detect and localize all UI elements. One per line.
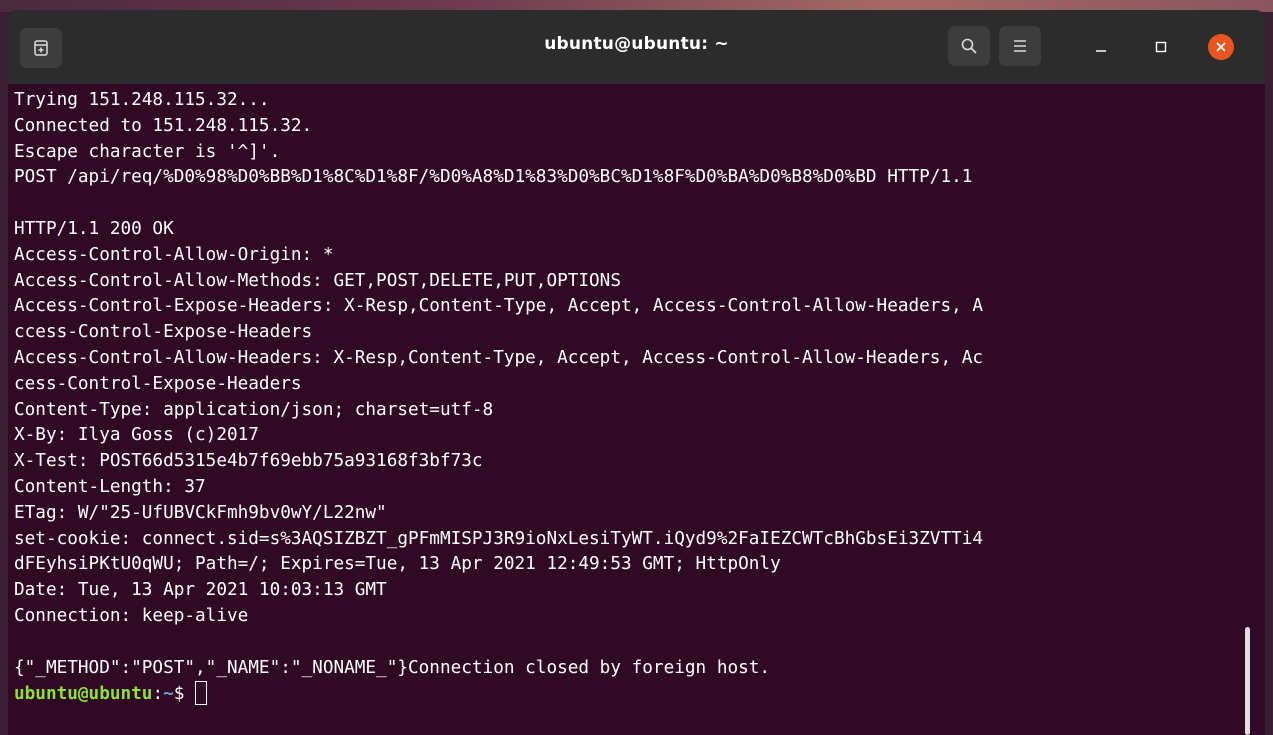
text-cursor	[195, 681, 208, 706]
maximize-icon	[1155, 41, 1167, 53]
terminal-line: ccess-Control-Expose-Headers	[14, 322, 313, 343]
new-tab-icon	[34, 40, 48, 56]
minimize-icon	[1096, 50, 1106, 52]
close-button[interactable]	[1208, 34, 1234, 60]
search-button[interactable]	[948, 26, 990, 66]
terminal-line: Content-Type: application/json; charset=…	[14, 399, 494, 420]
terminal-line: Access-Control-Allow-Headers: X-Resp,Con…	[14, 347, 984, 368]
terminal-line: Content-Length: 37	[14, 476, 206, 497]
minimize-button[interactable]	[1086, 32, 1116, 62]
terminal-line: Access-Control-Allow-Methods: GET,POST,D…	[14, 270, 621, 291]
terminal-line: Escape character is '^]'.	[14, 141, 281, 162]
prompt-line[interactable]: ubuntu@ubuntu:~$	[14, 681, 983, 707]
search-icon	[961, 38, 977, 54]
terminal-line: Connected to 151.248.115.32.	[14, 115, 313, 136]
terminal-line: {"_METHOD":"POST","_NAME":"_NONAME_"}Con…	[14, 657, 771, 678]
title-bar: ubuntu@ubuntu: ~	[8, 10, 1265, 84]
terminal-window: ubuntu@ubuntu: ~ Trying 151.248.115.32..…	[8, 10, 1265, 735]
close-icon	[1216, 42, 1226, 52]
hamburger-menu-icon	[1014, 40, 1026, 52]
terminal-line: cess-Control-Expose-Headers	[14, 373, 302, 394]
terminal-line: HTTP/1.1 200 OK	[14, 218, 174, 239]
prompt-symbol: $	[173, 684, 196, 705]
terminal-line: POST /api/req/%D0%98%D0%BB%D1%8C%D1%8F/%…	[14, 167, 973, 188]
terminal-line: X-Test: POST66d5315e4b7f69ebb75a93168f3b…	[14, 451, 483, 472]
terminal-line: X-By: Ilya Goss (c)2017	[14, 425, 259, 446]
scrollbar-thumb[interactable]	[1245, 627, 1250, 735]
menu-button[interactable]	[999, 26, 1041, 66]
terminal-line: Access-Control-Expose-Headers: X-Resp,Co…	[14, 296, 984, 317]
new-tab-button[interactable]	[20, 28, 62, 68]
terminal-area[interactable]: Trying 151.248.115.32... Connected to 15…	[8, 84, 1265, 735]
terminal-line: Trying 151.248.115.32...	[14, 90, 270, 110]
terminal-line: Access-Control-Allow-Origin: *	[14, 244, 334, 265]
window-title: ubuntu@ubuntu: ~	[544, 34, 729, 54]
terminal-line: dFEyhsiPKtU0qWU; Path=/; Expires=Tue, 13…	[14, 554, 781, 575]
terminal-line: Connection: keep-alive	[14, 605, 249, 626]
terminal-line: ETag: W/"25-UfUBVCkFmh9bv0wY/L22nw"	[14, 502, 387, 523]
prompt-path: ~	[163, 684, 174, 705]
maximize-button[interactable]	[1146, 32, 1176, 62]
prompt-separator: :	[152, 684, 164, 705]
terminal-line: set-cookie: connect.sid=s%3AQSIZBZT_gPFm…	[14, 528, 984, 549]
terminal-line: Date: Tue, 13 Apr 2021 10:03:13 GMT	[14, 580, 387, 601]
terminal-output: Trying 151.248.115.32... Connected to 15…	[14, 88, 983, 707]
prompt-user-host: ubuntu@ubuntu	[14, 684, 153, 705]
